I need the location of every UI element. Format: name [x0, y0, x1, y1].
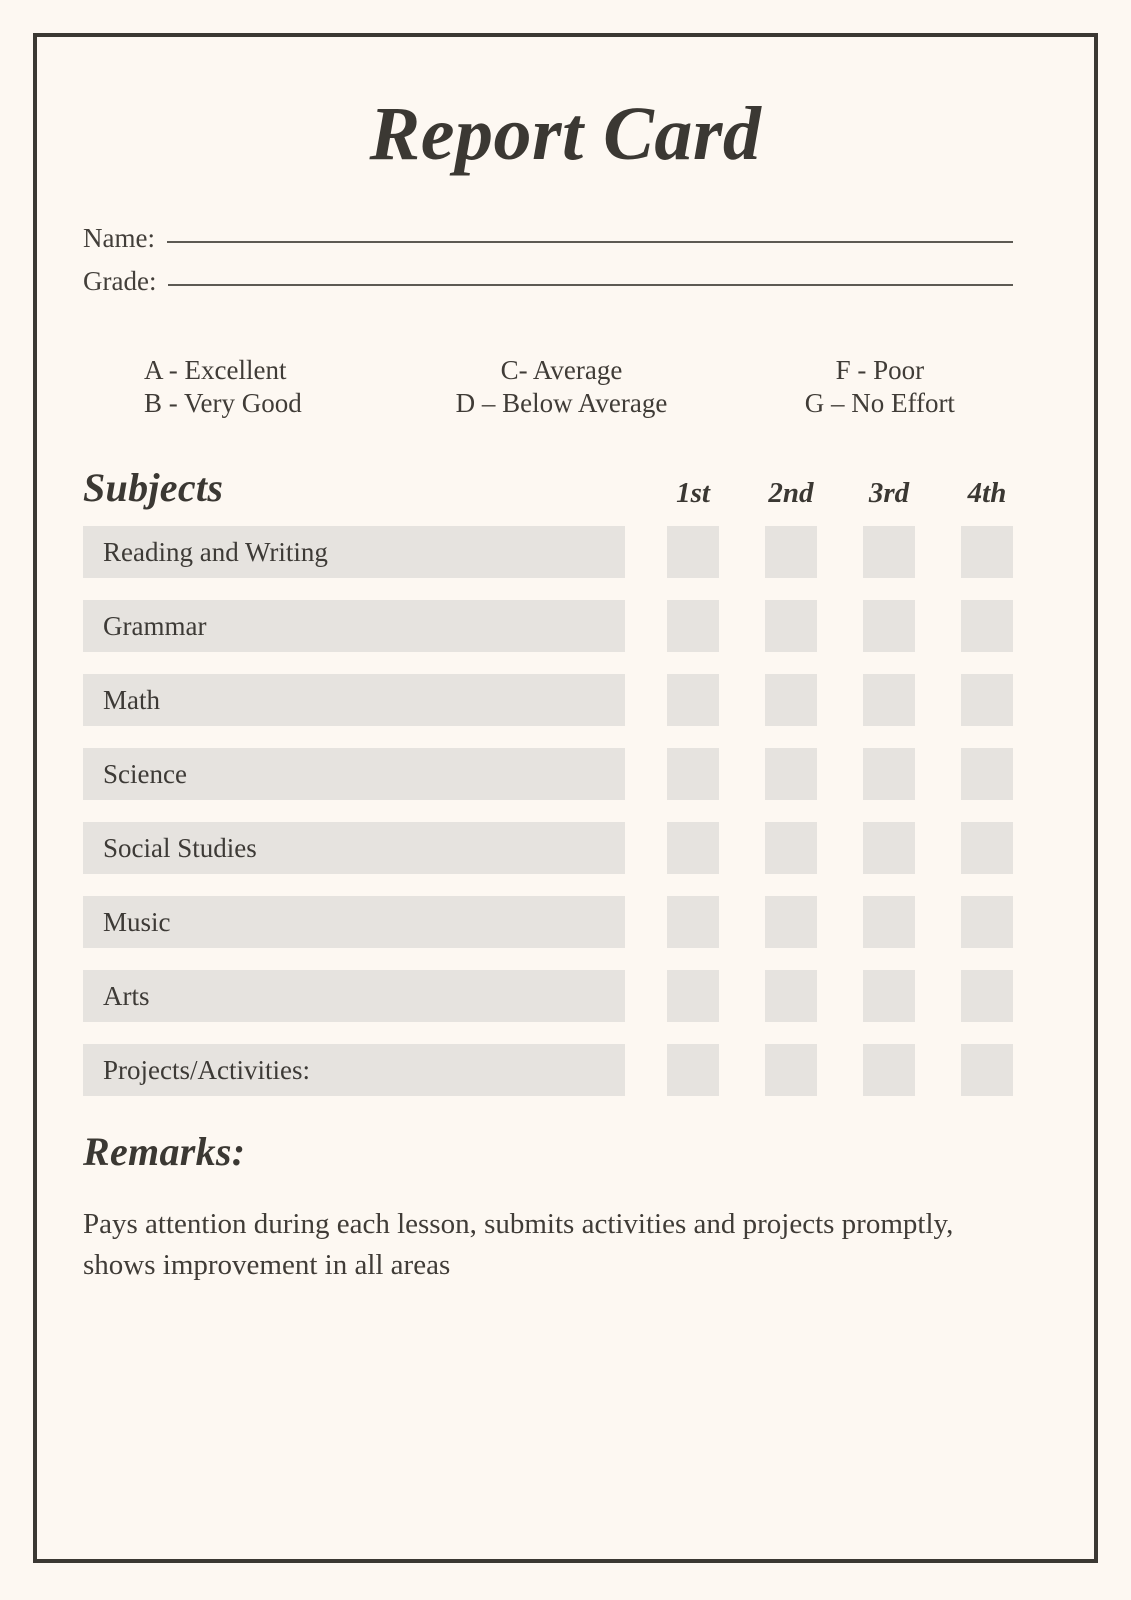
subject-label: Math	[103, 684, 160, 715]
subject-label: Arts	[103, 980, 150, 1011]
subjects-table-body: Reading and Writing Grammar Math Science…	[60, 526, 1071, 1097]
subject-label: Music	[103, 906, 171, 937]
grade-cell-q2[interactable]	[765, 1044, 817, 1097]
grade-cell-q1[interactable]	[667, 674, 719, 727]
grade-cell-q4[interactable]	[961, 896, 1013, 949]
grade-cell-q2[interactable]	[765, 822, 817, 875]
subject-bar: Arts	[83, 970, 625, 1023]
grade-cell-q1[interactable]	[667, 1044, 719, 1097]
subject-label: Grammar	[103, 610, 207, 641]
grade-cell-q2[interactable]	[765, 526, 817, 579]
table-row: Science	[83, 748, 1013, 801]
grade-cell-q1[interactable]	[667, 748, 719, 801]
grading-legend: A - Excellent B - Very Good C- Average D…	[60, 354, 1071, 420]
report-card-page: Report Card Name: Grade: A - Excellent B…	[0, 0, 1131, 1600]
grade-cell-q1[interactable]	[667, 970, 719, 1023]
subject-label: Reading and Writing	[103, 536, 328, 567]
name-field-row: Name:	[83, 223, 1013, 254]
table-row: Arts	[83, 970, 1013, 1023]
quarter-header-4th: 4th	[967, 477, 1007, 510]
legend-item-d: D – Below Average	[455, 388, 668, 419]
grade-cells	[667, 674, 1013, 727]
legend-item-a: A - Excellent	[144, 355, 287, 386]
legend-column-1: A - Excellent B - Very Good	[132, 354, 422, 420]
legend-item-b: B - Very Good	[144, 388, 302, 419]
grade-cell-q4[interactable]	[961, 1044, 1013, 1097]
grade-cell-q2[interactable]	[765, 748, 817, 801]
quarter-header-2nd: 2nd	[768, 477, 814, 510]
legend-item-f: F - Poor	[835, 355, 925, 386]
table-row: Grammar	[83, 600, 1013, 653]
grade-cells	[667, 896, 1013, 949]
quarter-header-1st: 1st	[676, 477, 710, 510]
subject-label: Projects/Activities:	[103, 1054, 310, 1085]
grade-field-row: Grade:	[83, 265, 1013, 297]
table-row: Music	[83, 896, 1013, 949]
name-field-label: Name:	[83, 223, 155, 253]
subjects-column-header: Subjects	[83, 465, 224, 511]
subject-bar: Reading and Writing	[83, 526, 625, 579]
legend-item-g: G – No Effort	[804, 388, 955, 419]
grade-cell-q3[interactable]	[863, 674, 915, 727]
remarks-heading: Remarks:	[83, 1129, 246, 1175]
grade-cell-q1[interactable]	[667, 600, 719, 653]
grade-cells	[667, 526, 1013, 579]
grade-cell-q4[interactable]	[961, 748, 1013, 801]
page-title: Report Card	[369, 92, 762, 176]
subject-bar: Grammar	[83, 600, 625, 653]
grade-cells	[667, 1044, 1013, 1097]
legend-column-3: F - Poor G – No Effort	[701, 354, 1019, 420]
grade-cell-q4[interactable]	[961, 526, 1013, 579]
grade-cells	[667, 600, 1013, 653]
grade-input-line[interactable]	[168, 283, 1013, 286]
remarks-section: Remarks: Pays attention during each less…	[60, 1132, 1071, 1286]
quarter-headers: 1st 2nd 3rd 4th	[667, 479, 1013, 508]
table-row: Math	[83, 674, 1013, 727]
table-row: Projects/Activities:	[83, 1044, 1013, 1097]
grade-cell-q2[interactable]	[765, 970, 817, 1023]
subject-bar: Projects/Activities:	[83, 1044, 625, 1097]
grade-cell-q1[interactable]	[667, 896, 719, 949]
subjects-table-header: Subjects 1st 2nd 3rd 4th	[60, 468, 1071, 508]
grade-cell-q2[interactable]	[765, 896, 817, 949]
grade-cell-q1[interactable]	[667, 526, 719, 579]
name-input-line[interactable]	[166, 241, 1013, 243]
student-info-fields: Name: Grade:	[60, 223, 1071, 297]
grade-cell-q2[interactable]	[765, 600, 817, 653]
subject-bar: Social Studies	[83, 822, 625, 875]
page-content: Report Card Name: Grade: A - Excellent B…	[0, 0, 1131, 1600]
subject-label: Social Studies	[103, 832, 257, 863]
table-row: Social Studies	[83, 822, 1013, 875]
table-row: Reading and Writing	[83, 526, 1013, 579]
grade-cell-q3[interactable]	[863, 896, 915, 949]
quarter-header-3rd: 3rd	[868, 477, 910, 510]
legend-column-2: C- Average D – Below Average	[422, 354, 700, 420]
grade-cell-q3[interactable]	[863, 526, 915, 579]
grade-cell-q3[interactable]	[863, 1044, 915, 1097]
grade-cell-q4[interactable]	[961, 674, 1013, 727]
grade-cell-q2[interactable]	[765, 674, 817, 727]
grade-cells	[667, 822, 1013, 875]
grade-cell-q3[interactable]	[863, 748, 915, 801]
legend-item-c: C- Average	[500, 355, 623, 386]
subject-bar: Science	[83, 748, 625, 801]
grade-cells	[667, 970, 1013, 1023]
grade-cell-q4[interactable]	[961, 600, 1013, 653]
grade-cell-q3[interactable]	[863, 822, 915, 875]
subject-bar: Music	[83, 896, 625, 949]
subject-bar: Math	[83, 674, 625, 727]
grade-cell-q4[interactable]	[961, 822, 1013, 875]
grade-cell-q1[interactable]	[667, 822, 719, 875]
grade-cell-q3[interactable]	[863, 970, 915, 1023]
grade-cell-q3[interactable]	[863, 600, 915, 653]
grade-cell-q4[interactable]	[961, 970, 1013, 1023]
subject-label: Science	[103, 758, 187, 789]
grade-cells	[667, 748, 1013, 801]
remarks-text[interactable]: Pays attention during each lesson, submi…	[83, 1204, 973, 1286]
grade-field-label: Grade:	[83, 265, 157, 296]
